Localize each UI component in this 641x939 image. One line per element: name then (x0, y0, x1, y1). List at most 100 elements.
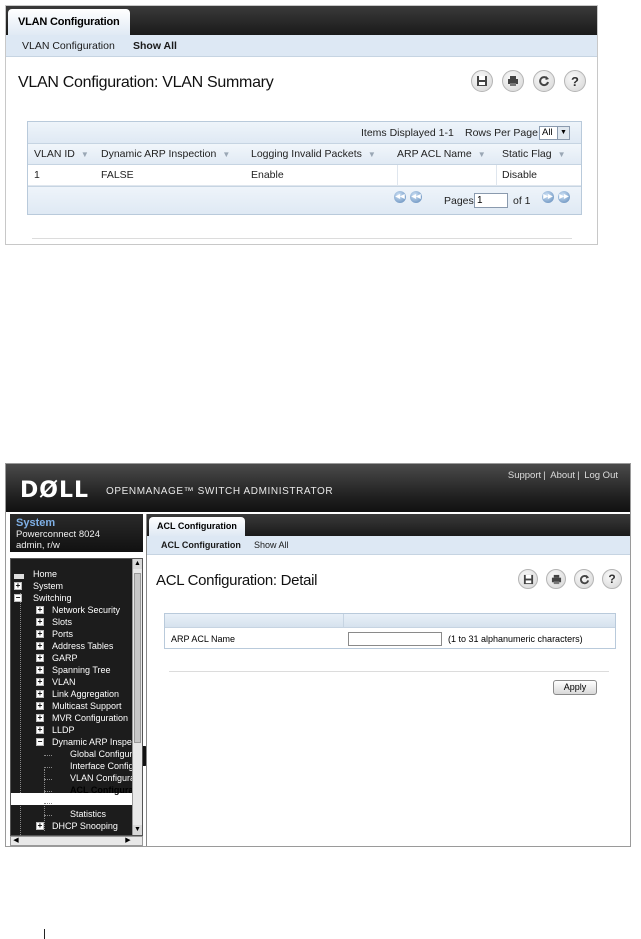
print-icon[interactable] (546, 569, 566, 589)
tree-item-link-aggregation[interactable]: Link Aggregation (52, 688, 119, 700)
tab-vlan-configuration[interactable]: VLAN Configuration (8, 9, 130, 36)
navigation-tree: Home + System − Switching + Network Secu… (10, 558, 143, 836)
tree-item-network-security[interactable]: Network Security (52, 604, 120, 616)
col-vlan-id[interactable]: VLAN ID ▼ (34, 144, 89, 165)
tree-horizontal-scrollbar[interactable]: ◀ ▶ (10, 836, 143, 846)
rows-per-page-select[interactable]: All ▼ (539, 126, 570, 140)
refresh-icon[interactable] (533, 70, 555, 92)
chevron-down-icon: ▼ (557, 127, 569, 139)
table-row[interactable]: 1 FALSE Enable Disable (28, 165, 581, 186)
tree-item-switching[interactable]: Switching (33, 592, 72, 604)
scroll-down-icon[interactable]: ▼ (133, 825, 142, 835)
expand-icon[interactable]: + (36, 630, 44, 638)
product-title: OPENMANAGE™ SWITCH ADMINISTRATOR (106, 486, 334, 497)
first-page-icon[interactable]: ◀◀ (394, 191, 406, 203)
print-icon[interactable] (502, 70, 524, 92)
system-box[interactable]: System Powerconnect 8024 admin, r/w (10, 514, 143, 552)
subnav-vlan-configuration[interactable]: VLAN Configuration (22, 35, 115, 57)
divider (169, 671, 609, 672)
expand-icon[interactable]: + (36, 678, 44, 686)
table-header: VLAN ID ▼ Dynamic ARP Inspection ▼ Logging… (28, 144, 581, 165)
tree-vertical-scrollbar[interactable]: ▲ ▼ (132, 559, 142, 835)
save-icon[interactable] (518, 569, 538, 589)
tree-item-vlan-configuration[interactable]: VLAN Configurat (70, 772, 138, 784)
tree-item-statistics[interactable]: Statistics (70, 808, 106, 820)
help-icon[interactable]: ? (602, 569, 622, 589)
tree-item-lldp[interactable]: LLDP (52, 724, 75, 736)
main-content: ACL Configuration ACL Configuration Show… (146, 514, 630, 846)
tree-item-interface-configuration[interactable]: Interface Configu (70, 760, 139, 772)
sub-navigation: VLAN Configuration Show All (6, 35, 597, 57)
scroll-up-icon[interactable]: ▲ (133, 559, 142, 569)
refresh-icon[interactable] (574, 569, 594, 589)
subnav-show-all[interactable]: Show All (254, 536, 289, 555)
col-arp-acl-name[interactable]: ARP ACL Name ▼ (397, 144, 486, 165)
tree-item-global-configuration[interactable]: Global Configura (70, 748, 138, 760)
expand-icon[interactable]: + (36, 714, 44, 722)
apply-button[interactable]: Apply (553, 680, 597, 695)
next-page-icon[interactable]: ▶▶ (542, 191, 554, 203)
col-logging-invalid-packets[interactable]: Logging Invalid Packets ▼ (251, 144, 376, 165)
expand-icon[interactable]: + (36, 726, 44, 734)
scroll-left-icon[interactable]: ◀ (11, 837, 21, 845)
tree-item-home[interactable]: Home (33, 568, 57, 580)
table-toolbar: Items Displayed 1-1 Rows Per Page All ▼ (28, 122, 581, 144)
expand-icon[interactable]: + (14, 582, 22, 590)
system-title: System (16, 517, 56, 529)
tab-acl-configuration[interactable]: ACL Configuration (149, 517, 245, 536)
expand-icon[interactable]: + (36, 618, 44, 626)
cell-dai: FALSE (101, 169, 134, 181)
last-page-icon[interactable]: ▶▶ (558, 191, 570, 203)
expand-icon[interactable]: + (36, 666, 44, 674)
page-count: of 1 (513, 195, 531, 207)
arp-acl-name-input[interactable] (348, 632, 442, 646)
logout-link[interactable]: Log Out (584, 470, 618, 481)
expand-icon[interactable]: + (36, 690, 44, 698)
expand-icon[interactable]: + (36, 606, 44, 614)
cell-arp-acl-name (397, 165, 497, 185)
tree-item-system[interactable]: System (33, 580, 63, 592)
tree-item-multicast-support[interactable]: Multicast Support (52, 700, 122, 712)
table-pager: ◀◀ ◀◀ Pages 1 of 1 ▶▶ ▶▶ (28, 186, 581, 214)
scroll-thumb[interactable] (134, 573, 141, 743)
col-static-flag[interactable]: Static Flag ▼ (502, 144, 566, 165)
support-link[interactable]: Support (508, 470, 541, 481)
sort-icon: ▼ (477, 150, 486, 159)
save-icon[interactable] (471, 70, 493, 92)
col-dynamic-arp-inspection[interactable]: Dynamic ARP Inspection ▼ (101, 144, 230, 165)
tree-item-address-tables[interactable]: Address Tables (52, 640, 113, 652)
expand-icon[interactable]: + (36, 822, 44, 830)
pages-label: Pages (444, 195, 474, 207)
tree-item-spanning-tree[interactable]: Spanning Tree (52, 664, 111, 676)
page-title: ACL Configuration: Detail (156, 572, 318, 589)
header-banner: DØLL OPENMANAGE™ SWITCH ADMINISTRATOR Su… (6, 464, 630, 512)
expand-icon[interactable]: + (36, 642, 44, 650)
form-header (165, 614, 615, 628)
tree-item-acl-rule-configuration[interactable]: ACL Rule Config (70, 796, 137, 808)
tree-item-dynamic-arp-inspection[interactable]: Dynamic ARP Inspect (52, 736, 139, 748)
tree-item-ports[interactable]: Ports (52, 628, 73, 640)
tree-item-vlan[interactable]: VLAN (52, 676, 76, 688)
subnav-show-all[interactable]: Show All (133, 35, 177, 57)
items-displayed: Items Displayed 1-1 (361, 127, 454, 139)
tree-item-garp[interactable]: GARP (52, 652, 78, 664)
scroll-right-icon[interactable]: ▶ (123, 837, 133, 845)
tree-guide (44, 791, 52, 792)
tree-item-mvr-configuration[interactable]: MVR Configuration (52, 712, 128, 724)
vlan-summary-screenshot: VLAN Configuration VLAN Configuration Sh… (5, 5, 598, 245)
page-number-input[interactable]: 1 (474, 193, 508, 208)
tree-item-acl-configuration[interactable]: ACL Configura (70, 784, 133, 796)
collapse-icon[interactable]: − (14, 594, 22, 602)
tree-item-slots[interactable]: Slots (52, 616, 72, 628)
home-icon (14, 574, 24, 579)
sub-navigation: ACL Configuration Show All (147, 536, 630, 555)
previous-page-icon[interactable]: ◀◀ (410, 191, 422, 203)
subnav-acl-configuration[interactable]: ACL Configuration (161, 536, 241, 555)
expand-icon[interactable]: + (36, 654, 44, 662)
collapse-icon[interactable]: − (36, 738, 44, 746)
expand-icon[interactable]: + (36, 702, 44, 710)
tab-bar: VLAN Configuration (6, 6, 597, 36)
help-icon[interactable]: ? (564, 70, 586, 92)
tree-item-dhcp-snooping[interactable]: DHCP Snooping (52, 820, 118, 832)
about-link[interactable]: About (550, 470, 575, 481)
